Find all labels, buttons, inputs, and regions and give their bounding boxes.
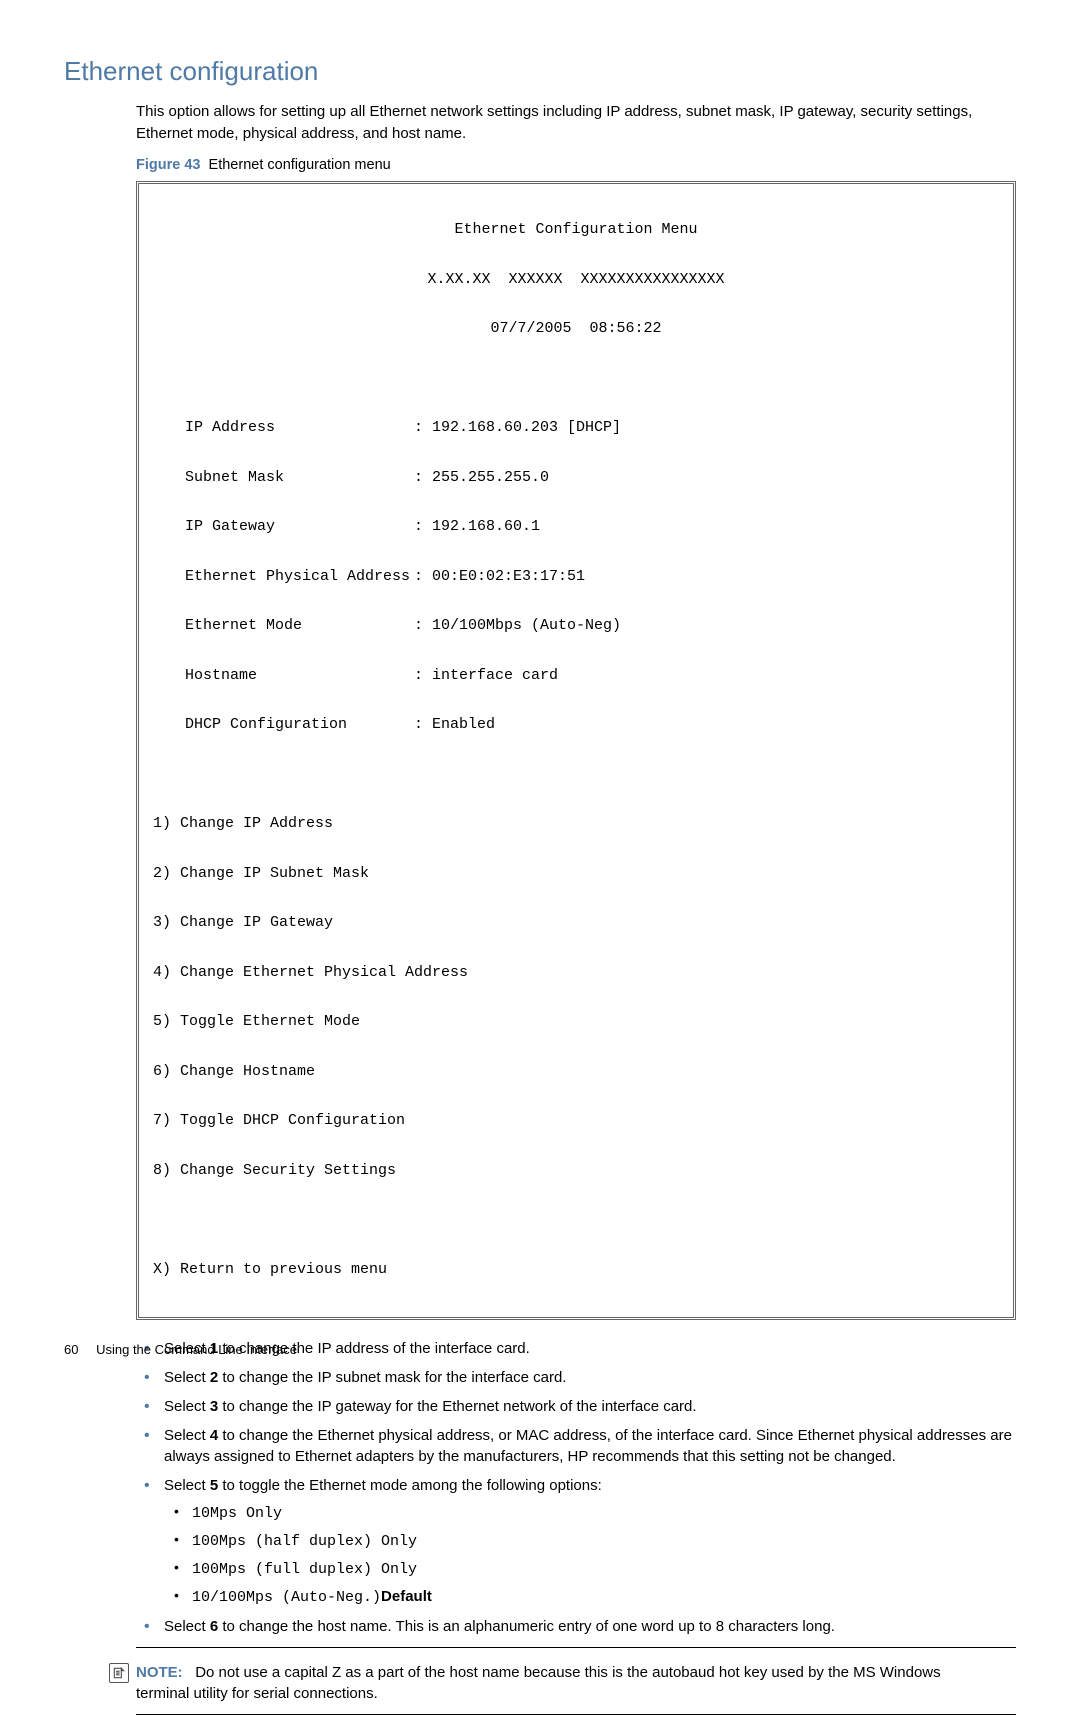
sub-list: 10Mps Only 100Mps (half duplex) Only 100… (164, 1502, 1016, 1608)
note-label: NOTE: (136, 1664, 183, 1681)
terminal-exit-option: X) Return to previous menu (149, 1258, 1003, 1283)
figure-label: Figure 43 (136, 157, 200, 173)
list-item: 100Mps (half duplex) Only (164, 1530, 1016, 1552)
note-icon (109, 1663, 129, 1683)
chapter-title: Using the Command Line Interface (96, 1342, 297, 1357)
terminal-row: DHCP Configuration: Enabled (149, 713, 1003, 738)
list-item: 10Mps Only (164, 1502, 1016, 1524)
list-item: 10/100Mps (Auto-Neg.)Default (164, 1586, 1016, 1608)
page-number: 60 (64, 1342, 78, 1357)
terminal-row: IP Address: 192.168.60.203 [DHCP] (149, 416, 1003, 441)
list-item: Select 3 to change the IP gateway for th… (136, 1396, 1016, 1417)
terminal-menu-option: 1) Change IP Address (149, 812, 1003, 837)
terminal-row: IP Gateway: 192.168.60.1 (149, 515, 1003, 540)
figure-caption: Figure 43 Ethernet configuration menu (136, 157, 1016, 173)
note-text: Do not use a capital Z as a part of the … (136, 1664, 941, 1702)
terminal-menu-option: 6) Change Hostname (149, 1060, 1003, 1085)
note-top-rule (136, 1647, 1016, 1648)
terminal-row: Subnet Mask: 255.255.255.0 (149, 466, 1003, 491)
terminal-datetime: 07/7/2005 08:56:22 (149, 317, 1003, 342)
list-item: Select 4 to change the Ethernet physical… (136, 1425, 1016, 1467)
section-heading: Ethernet configuration (64, 56, 1016, 87)
note-block: NOTE: Do not use a capital Z as a part o… (109, 1662, 1016, 1704)
list-item: Select 5 to toggle the Ethernet mode amo… (136, 1475, 1016, 1608)
terminal-row: Ethernet Physical Address: 00:E0:02:E3:1… (149, 565, 1003, 590)
terminal-menu-option: 3) Change IP Gateway (149, 911, 1003, 936)
terminal-version-line: X.XX.XX XXXXXX XXXXXXXXXXXXXXXX (149, 268, 1003, 293)
list-item: 100Mps (full duplex) Only (164, 1558, 1016, 1580)
terminal-menu-option: 5) Toggle Ethernet Mode (149, 1010, 1003, 1035)
terminal-menu-option: 4) Change Ethernet Physical Address (149, 961, 1003, 986)
instruction-list: Select 1 to change the IP address of the… (136, 1338, 1016, 1637)
list-item: Select 2 to change the IP subnet mask fo… (136, 1367, 1016, 1388)
terminal-title: Ethernet Configuration Menu (149, 218, 1003, 243)
terminal-row: Hostname: interface card (149, 664, 1003, 689)
terminal-screen: Ethernet Configuration Menu X.XX.XX XXXX… (136, 181, 1016, 1321)
terminal-menu-option: 2) Change IP Subnet Mask (149, 862, 1003, 887)
terminal-menu-option: 7) Toggle DHCP Configuration (149, 1109, 1003, 1134)
terminal-row: Ethernet Mode: 10/100Mbps (Auto-Neg) (149, 614, 1003, 639)
page-footer: 60 Using the Command Line Interface (64, 1342, 297, 1357)
intro-paragraph: This option allows for setting up all Et… (136, 101, 1016, 145)
terminal-menu-option: 8) Change Security Settings (149, 1159, 1003, 1184)
list-item: Select 6 to change the host name. This i… (136, 1616, 1016, 1637)
